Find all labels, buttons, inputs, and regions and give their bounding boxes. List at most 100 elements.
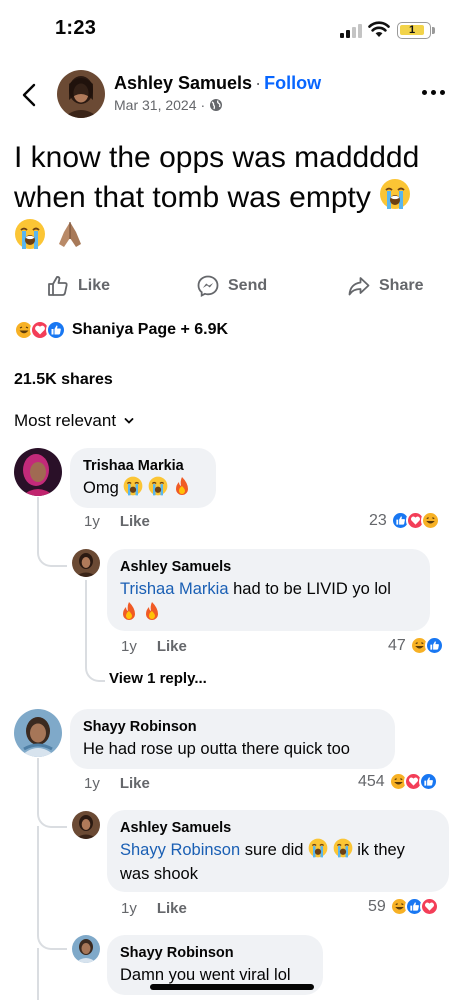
- follow-button[interactable]: Follow: [264, 73, 321, 93]
- haha-reaction-icon: [420, 511, 440, 530]
- folded-hands-emoji: [59, 222, 82, 247]
- loudly-crying-face-emoji: [148, 476, 168, 496]
- status-bar: 1:23 1: [0, 0, 462, 56]
- fire-emoji: [145, 602, 158, 620]
- reply-like-button[interactable]: Like: [157, 900, 187, 917]
- reply-meta: 1y Like: [121, 900, 187, 917]
- reply-body-continued: ik they: [357, 841, 405, 859]
- author-separator: ·: [255, 73, 262, 93]
- thread-connector: [85, 656, 105, 682]
- reply-author[interactable]: Shayy Robinson: [120, 944, 310, 963]
- sort-label: Most relevant: [14, 411, 117, 430]
- battery-icon: 1: [397, 22, 431, 39]
- fire-emoji: [175, 477, 188, 495]
- comment-time[interactable]: 1y: [84, 775, 100, 792]
- comment-text: Omg: [83, 476, 203, 500]
- share-button[interactable]: Share: [347, 271, 423, 301]
- fire-emoji: [123, 602, 135, 620]
- wifi-icon: [368, 21, 390, 37]
- status-time: 1:23: [55, 17, 97, 39]
- comment-body: He had rose up outta there quick too: [83, 740, 350, 758]
- author-avatar[interactable]: [57, 70, 105, 118]
- reply-bubble: Ashley Samuels Trishaa Markia had to be …: [107, 549, 430, 631]
- post-meta: Mar 31, 2024 ·: [114, 97, 223, 113]
- author-line: Ashley Samuels · Follow: [114, 73, 321, 94]
- reply-time[interactable]: 1y: [121, 638, 137, 655]
- like-reaction-icon: [424, 636, 444, 655]
- more-options-button[interactable]: [418, 84, 448, 100]
- reply-avatar[interactable]: [72, 935, 100, 963]
- comment-like-button[interactable]: Like: [120, 513, 150, 530]
- loudly-crying-face-emoji: [380, 179, 411, 209]
- chevron-left-icon: [22, 83, 36, 107]
- loudly-crying-face-emoji: [333, 838, 353, 858]
- reaction-count: 23: [369, 511, 387, 529]
- back-button[interactable]: [14, 78, 44, 112]
- comment-bubble: Trishaa Markia Omg: [70, 448, 216, 508]
- thread-connector: [37, 928, 67, 950]
- comment-like-button[interactable]: Like: [120, 775, 150, 792]
- mention-link[interactable]: Shayy Robinson: [120, 841, 240, 859]
- thread-line: [37, 758, 39, 808]
- reaction-count: 47: [388, 636, 406, 654]
- comment-meta: 1y Like: [84, 513, 150, 530]
- comment-reaction-count[interactable]: 454: [358, 772, 438, 791]
- comment-meta: 1y Like: [84, 775, 150, 792]
- reaction-count: 59: [368, 897, 386, 915]
- comment-body: Omg: [83, 479, 119, 497]
- home-indicator[interactable]: [150, 984, 314, 990]
- loudly-crying-face-emoji: [123, 476, 143, 496]
- reaction-summary-text: Shaniya Page + 6.9K: [72, 321, 229, 338]
- author-name[interactable]: Ashley Samuels: [114, 73, 252, 93]
- thread-connector: [37, 545, 67, 567]
- comment-reaction-count[interactable]: 23: [369, 511, 440, 530]
- reply-reaction-count[interactable]: 47: [388, 636, 444, 655]
- cellular-signal-icon: [340, 24, 362, 38]
- thread-line: [37, 948, 39, 1000]
- thread-line: [37, 826, 39, 930]
- reply-reaction-count[interactable]: 59: [368, 897, 439, 916]
- reply-like-button[interactable]: Like: [157, 638, 187, 655]
- comment-sort-dropdown[interactable]: Most relevant: [14, 411, 134, 431]
- reply-body-line2: was shook: [120, 865, 198, 883]
- reply-meta: 1y Like: [121, 638, 187, 655]
- like-reaction-icon: [46, 320, 66, 340]
- post-text: I know the opps was maddddd when that to…: [14, 138, 444, 258]
- like-button[interactable]: Like: [46, 271, 110, 301]
- reaction-summary[interactable]: Shaniya Page + 6.9K: [14, 320, 228, 340]
- thread-line: [37, 497, 39, 547]
- reply-author[interactable]: Ashley Samuels: [120, 558, 417, 577]
- reply-time[interactable]: 1y: [121, 900, 137, 917]
- comment-author[interactable]: Trishaa Markia: [83, 457, 203, 476]
- meta-separator: ·: [200, 97, 206, 113]
- thread-connector: [37, 806, 67, 828]
- like-reaction-icon: [418, 772, 438, 791]
- reply-avatar[interactable]: [72, 549, 100, 577]
- share-arrow-icon: [348, 277, 370, 296]
- battery-cap: [432, 27, 435, 34]
- love-reaction-icon: [419, 897, 439, 916]
- share-count[interactable]: 21.5K shares: [14, 371, 113, 389]
- post-body: I know the opps was maddddd when that to…: [14, 141, 420, 214]
- reply-bubble: Ashley Samuels Shayy Robinson sure did i…: [107, 810, 449, 892]
- mention-link[interactable]: Trishaa Markia: [120, 580, 229, 598]
- thumbs-up-icon: [48, 276, 68, 296]
- loudly-crying-face-emoji: [308, 838, 328, 858]
- view-replies-link[interactable]: View 1 reply...: [109, 670, 207, 687]
- reply-avatar[interactable]: [72, 811, 100, 839]
- messenger-icon: [197, 275, 219, 297]
- reply-body: had to be LIVID yo lol: [233, 580, 391, 598]
- post-date[interactable]: Mar 31, 2024: [114, 97, 197, 113]
- reply-author[interactable]: Ashley Samuels: [120, 819, 436, 838]
- comment-time[interactable]: 1y: [84, 513, 100, 530]
- like-label: Like: [78, 277, 111, 294]
- loudly-crying-face-emoji: [15, 219, 45, 249]
- commenter-avatar[interactable]: [14, 448, 62, 496]
- send-button[interactable]: Send: [196, 271, 267, 301]
- reply-text: Trishaa Markia had to be LIVID yo lol: [120, 577, 417, 625]
- comment-bubble: Shayy Robinson He had rose up outta ther…: [70, 709, 395, 769]
- commenter-avatar[interactable]: [14, 709, 62, 757]
- comment-author[interactable]: Shayy Robinson: [83, 718, 382, 737]
- chevron-down-icon: [124, 418, 134, 424]
- reply-body: sure did: [244, 841, 304, 859]
